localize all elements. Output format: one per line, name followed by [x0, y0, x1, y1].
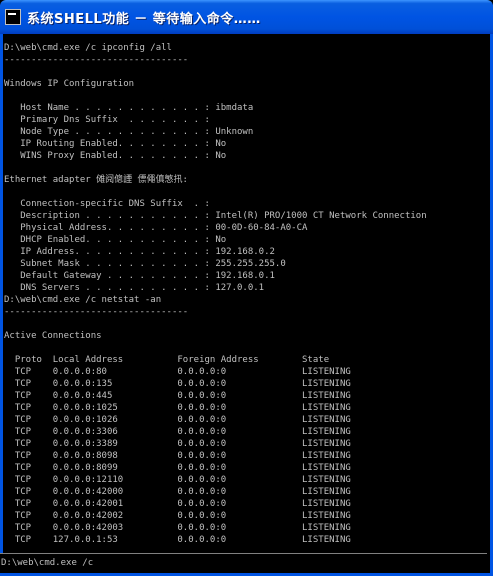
output-line: D:\web\cmd.exe /c netstat -an	[4, 295, 162, 305]
output-line: TCP 0.0.0.0:1025 0.0.0.0:0 LISTENING	[4, 403, 351, 413]
output-line: Default Gateway . . . . . . . . . : 192.…	[4, 271, 275, 281]
output-line: Active Connections	[4, 331, 102, 341]
window-title: 系统SHELL功能 － 等待输入命令……	[27, 11, 261, 27]
output-line: DNS Servers . . . . . . . . . . . : 127.…	[4, 283, 265, 293]
output-line: TCP 0.0.0.0:42003 0.0.0.0:0 LISTENING	[4, 523, 351, 533]
output-line: TCP 0.0.0.0:8099 0.0.0.0:0 LISTENING	[4, 463, 351, 473]
output-line: TCP 0.0.0.0:3306 0.0.0.0:0 LISTENING	[4, 427, 351, 437]
output-line: Proto Local Address Foreign Address Stat…	[4, 355, 330, 365]
output-line: Physical Address. . . . . . . . . : 00-0…	[4, 223, 308, 233]
output-line: ----------------------------------	[4, 307, 189, 317]
output-line: TCP 0.0.0.0:42002 0.0.0.0:0 LISTENING	[4, 511, 351, 521]
output-line: TCP 0.0.0.0:42001 0.0.0.0:0 LISTENING	[4, 499, 351, 509]
output-line: TCP 0.0.0.0:445 0.0.0.0:0 LISTENING	[4, 391, 351, 401]
output-line: D:\web\cmd.exe /c ipconfig /all	[4, 43, 172, 53]
output-line: IP Address. . . . . . . . . . . . : 192.…	[4, 247, 275, 257]
output-line: Connection-specific DNS Suffix . :	[4, 199, 210, 209]
output-line: ----------------------------------	[4, 55, 189, 65]
output-line: IP Routing Enabled. . . . . . . . : No	[4, 139, 227, 149]
output-line: DHCP Enabled. . . . . . . . . . . : No	[4, 235, 227, 245]
output-line: TCP 0.0.0.0:8098 0.0.0.0:0 LISTENING	[4, 451, 351, 461]
output-line: Subnet Mask . . . . . . . . . . . : 255.…	[4, 259, 286, 269]
output-line: Windows IP Configuration	[4, 79, 135, 89]
command-bar[interactable]: D:\web\cmd.exe /c	[0, 553, 487, 573]
shell-window: 系统SHELL功能 － 等待输入命令…… D:\web\cmd.exe /c i…	[0, 0, 493, 576]
output-line: Ethernet adapter 傩阋傯諲 僄僶傎慜扟:	[4, 175, 188, 185]
output-line: TCP 0.0.0.0:3389 0.0.0.0:0 LISTENING	[4, 439, 351, 449]
console-icon[interactable]	[5, 9, 21, 25]
output-line: Host Name . . . . . . . . . . . . : ibmd…	[4, 103, 254, 113]
output-line: TCP 127.0.0.1:53 0.0.0.0:0 LISTENING	[4, 535, 351, 545]
output-line: TCP 0.0.0.0:135 0.0.0.0:0 LISTENING	[4, 379, 351, 389]
output-line: TCP 0.0.0.0:12110 0.0.0.0:0 LISTENING	[4, 475, 351, 485]
output-line: Description . . . . . . . . . . . : Inte…	[4, 211, 427, 221]
output-line: WINS Proxy Enabled. . . . . . . . : No	[4, 151, 227, 161]
output-line: TCP 0.0.0.0:42000 0.0.0.0:0 LISTENING	[4, 487, 351, 497]
output-line: TCP 0.0.0.0:80 0.0.0.0:0 LISTENING	[4, 367, 351, 377]
output-line: TCP 0.0.0.0:1026 0.0.0.0:0 LISTENING	[4, 415, 351, 425]
command-input[interactable]: D:\web\cmd.exe /c	[1, 557, 93, 569]
output-line: Primary Dns Suffix . . . . . . . :	[4, 115, 210, 125]
title-bar[interactable]: 系统SHELL功能 － 等待输入命令……	[0, 0, 493, 34]
console-output: D:\web\cmd.exe /c ipconfig /all ---------…	[0, 34, 493, 576]
output-line: Node Type . . . . . . . . . . . . : Unkn…	[4, 127, 254, 137]
